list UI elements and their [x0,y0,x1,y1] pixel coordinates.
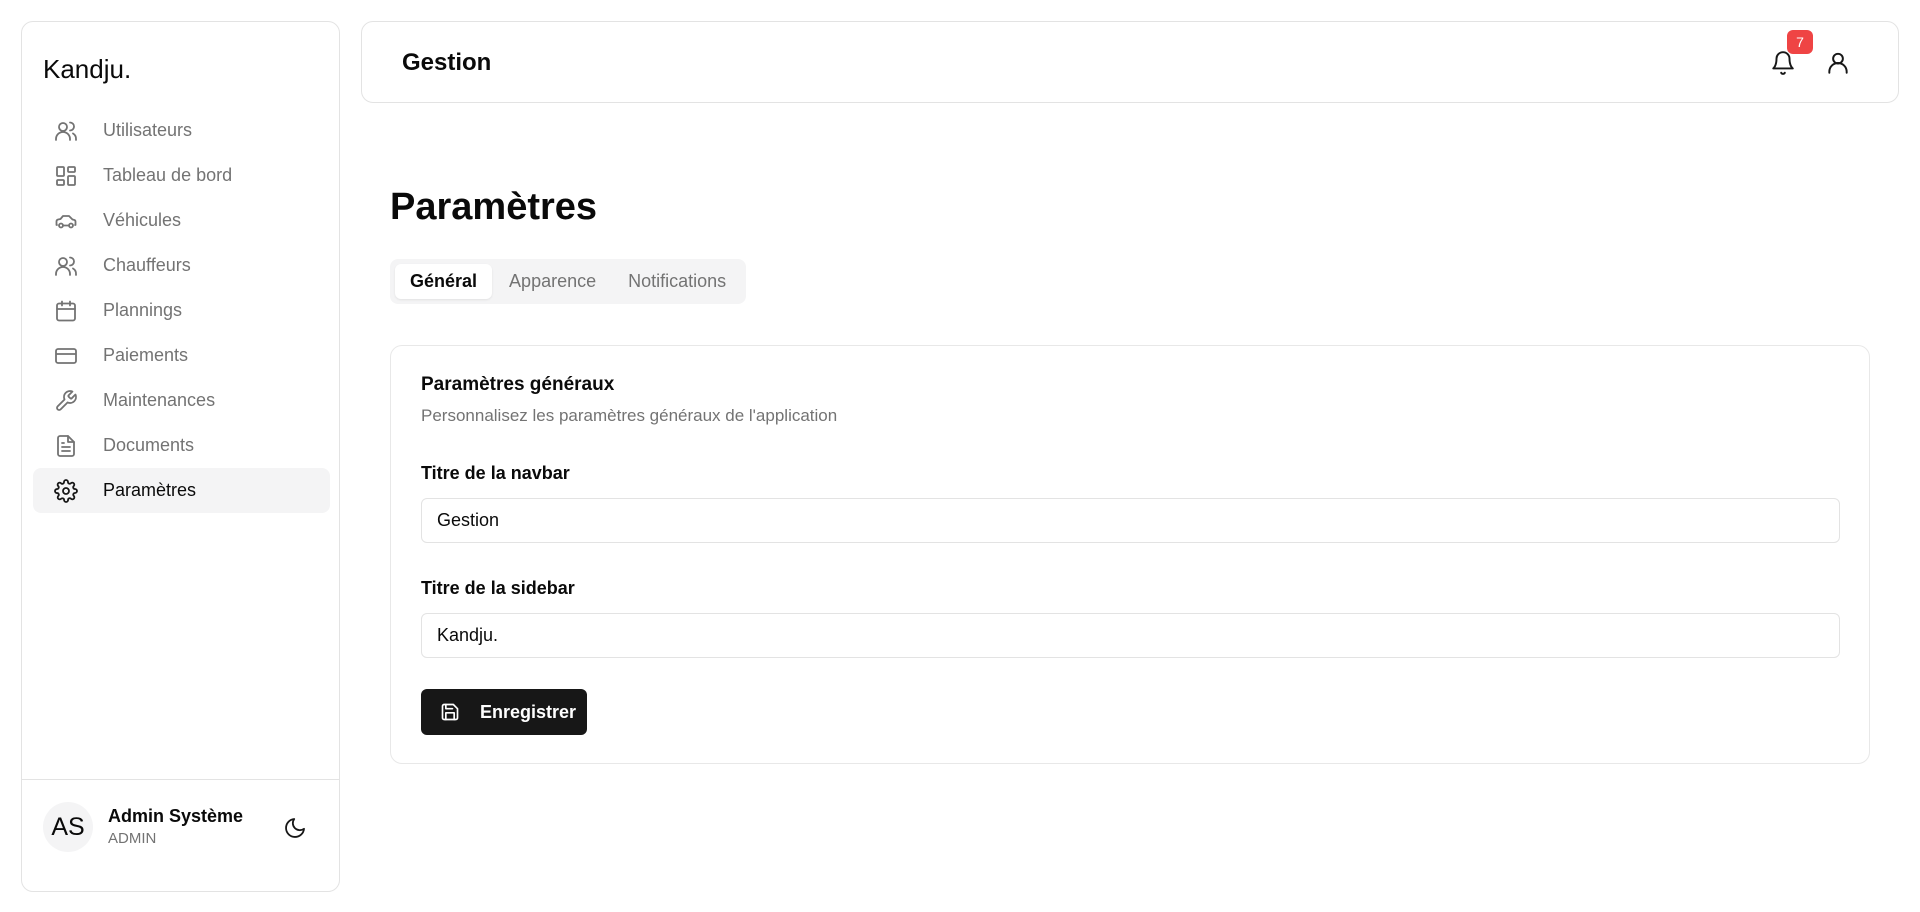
sidebar-item-vehicules[interactable]: Véhicules [33,198,330,243]
tab-notifications[interactable]: Notifications [613,264,741,299]
sidebar-item-label: Tableau de bord [103,165,233,185]
sidebar-item-plannings[interactable]: Plannings [33,288,330,333]
user-name: Admin Système [108,806,244,826]
avatar[interactable]: AS [43,802,93,852]
sidebar-title-input[interactable] [421,613,1840,658]
save-button-label: Enregistrer [480,701,577,722]
card-title: Paramètres généraux [421,374,615,395]
sidebar-item-label: Paramètres [103,480,197,500]
sidebar-title-label: Titre de la sidebar [421,578,575,598]
car-icon [53,208,79,234]
sidebar-item-documents[interactable]: Documents [33,423,330,468]
sidebar-item-label: Plannings [103,300,183,320]
users-icon [53,253,79,279]
sidebar-item-label: Paiements [103,345,189,365]
topbar: Gestion 7 [361,21,1899,103]
sidebar-item-maintenances[interactable]: Maintenances [33,378,330,423]
sidebar-item-label: Véhicules [103,210,182,230]
save-icon [440,702,460,722]
notification-count-badge: 7 [1787,30,1813,54]
sidebar-user-footer: AS Admin Système ADMIN [22,779,339,891]
page-title: Paramètres [390,186,598,228]
user-icon [1825,50,1851,76]
sidebar-item-label: Maintenances [103,390,216,410]
dashboard-icon [53,163,79,189]
sidebar-item-label: Chauffeurs [103,255,191,275]
sidebar-brand: Kandju. [43,54,132,84]
sidebar-item-parametres[interactable]: Paramètres [33,468,330,513]
tab-general[interactable]: Général [395,264,493,299]
settings-tabs: Général Apparence Notifications [390,259,747,304]
sidebar-item-utilisateurs[interactable]: Utilisateurs [33,108,330,153]
navbar-title-label: Titre de la navbar [421,463,570,483]
general-settings-card: Paramètres généraux Personnalisez les pa… [390,345,1870,764]
user-menu-button[interactable] [1823,48,1853,78]
tab-apparence[interactable]: Apparence [494,264,611,299]
sidebar-item-tableau-de-bord[interactable]: Tableau de bord [33,153,330,198]
users-icon [53,118,79,144]
save-button[interactable]: Enregistrer [421,689,587,735]
sidebar-item-chauffeurs[interactable]: Chauffeurs [33,243,330,288]
credit-card-icon [53,343,79,369]
sidebar: Kandju. Utilisateurs Tableau de bord Véh… [21,21,340,892]
sidebar-item-label: Documents [103,435,195,455]
settings-gear-icon [53,478,79,504]
moon-icon [283,816,307,840]
document-icon [53,433,79,459]
topbar-title: Gestion [402,49,492,76]
user-role: ADMIN [108,830,157,847]
sidebar-item-paiements[interactable]: Paiements [33,333,330,378]
sidebar-item-label: Utilisateurs [103,120,193,140]
navbar-title-input[interactable] [421,498,1840,543]
theme-toggle-button[interactable] [280,813,310,843]
sidebar-nav: Utilisateurs Tableau de bord Véhicules C… [33,108,330,513]
calendar-icon [53,298,79,324]
card-description: Personnalisez les paramètres généraux de… [421,406,838,425]
wrench-icon [53,388,79,414]
